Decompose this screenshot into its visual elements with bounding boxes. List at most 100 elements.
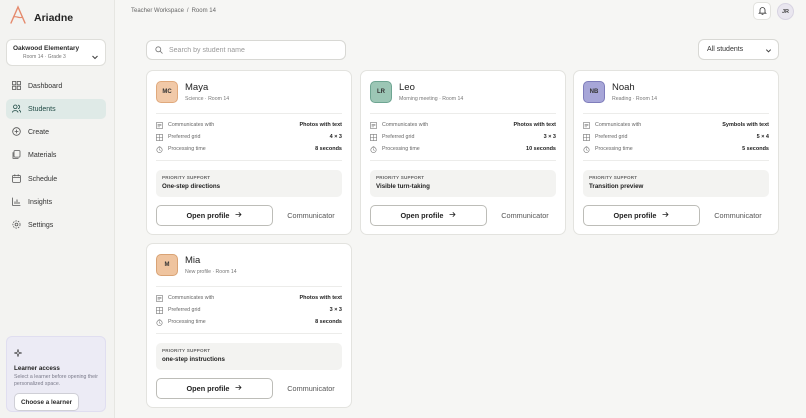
search-box[interactable]	[146, 40, 346, 60]
school-name: Oakwood Elementary	[13, 45, 80, 52]
priority-label: PRIORITY SUPPORT	[162, 175, 211, 180]
processing-value: 8 seconds	[315, 146, 342, 152]
grid-label: Preferred grid	[382, 134, 415, 140]
choose-learner-button[interactable]: Choose a learner	[14, 393, 79, 411]
grid-icon	[370, 133, 378, 141]
divider	[370, 160, 556, 161]
open-profile-button[interactable]: Open profile	[156, 205, 273, 226]
sidebar-item-materials[interactable]: Materials	[6, 146, 106, 166]
message-icon	[583, 121, 591, 129]
sidebar-nav: Dashboard Students Create Materials Sche…	[6, 76, 106, 239]
schedule-icon	[12, 174, 21, 185]
filter-selected: All students	[707, 46, 744, 53]
sidebar-item-settings[interactable]: Settings	[6, 216, 106, 236]
student-card-maya: MC Maya Science · Room 14 Communicates w…	[146, 70, 352, 235]
communicator-button[interactable]: Communicator	[278, 378, 344, 399]
arrow-right-icon	[235, 211, 243, 220]
arrow-right-icon	[235, 384, 243, 393]
open-profile-button[interactable]: Open profile	[370, 205, 487, 226]
sidebar: Ariadne Oakwood Elementary Room 14 · Gra…	[0, 0, 115, 418]
sparkle-icon	[13, 344, 23, 361]
arrow-right-icon	[449, 211, 457, 220]
student-avatar: LR	[370, 81, 392, 103]
communicator-button[interactable]: Communicator	[705, 205, 771, 226]
grid-value: 4 × 3	[329, 134, 342, 140]
sidebar-item-insights[interactable]: Insights	[6, 192, 106, 212]
grid-row: Preferred grid 4 × 3	[156, 132, 342, 142]
divider	[156, 286, 342, 287]
processing-label: Processing time	[382, 146, 420, 152]
communicator-button[interactable]: Communicator	[278, 205, 344, 226]
communicates-label: Communicates with	[168, 122, 215, 128]
grid-value: 3 × 3	[329, 307, 342, 313]
breadcrumb-current: Room 14	[191, 8, 216, 14]
student-avatar: MC	[156, 81, 178, 103]
grid-value: 3 × 3	[543, 134, 556, 140]
priority-value: one-step instructions	[162, 356, 225, 363]
settings-icon	[12, 220, 21, 231]
breadcrumb: Teacher Workspace / Room 14	[131, 8, 216, 14]
school-selector[interactable]: Oakwood Elementary Room 14 · Grade 3	[6, 39, 106, 66]
priority-value: Visible turn-taking	[376, 183, 430, 190]
user-avatar[interactable]: JR	[777, 3, 794, 20]
grid-icon	[156, 133, 164, 141]
sidebar-item-dashboard[interactable]: Dashboard	[6, 76, 106, 96]
notifications-button[interactable]	[753, 2, 771, 20]
chevron-down-icon	[765, 47, 772, 56]
learner-access-title: Learner access	[14, 365, 60, 372]
brand-name: Ariadne	[34, 11, 74, 24]
sidebar-item-students[interactable]: Students	[6, 99, 106, 120]
priority-support: PRIORITY SUPPORT one-step instructions	[156, 343, 342, 370]
student-name: Noah	[612, 82, 635, 93]
processing-label: Processing time	[168, 319, 206, 325]
student-sub: Reading · Room 14	[612, 96, 657, 102]
student-avatar: NB	[583, 81, 605, 103]
priority-label: PRIORITY SUPPORT	[589, 175, 638, 180]
message-icon	[156, 294, 164, 302]
communicates-row: Communicates with Photos with text	[156, 293, 342, 303]
divider	[156, 160, 342, 161]
student-filter-select[interactable]: All students	[698, 39, 779, 60]
timer-icon	[156, 145, 164, 153]
priority-label: PRIORITY SUPPORT	[376, 175, 425, 180]
divider	[156, 333, 342, 334]
priority-support: PRIORITY SUPPORT Visible turn-taking	[370, 170, 556, 197]
student-sub: New profile · Room 14	[185, 269, 237, 275]
divider	[370, 113, 556, 114]
breadcrumb-parent[interactable]: Teacher Workspace	[131, 8, 184, 14]
communicates-value: Photos with text	[513, 122, 556, 128]
divider	[583, 160, 769, 161]
grid-icon	[156, 306, 164, 314]
sidebar-item-create[interactable]: Create	[6, 123, 106, 143]
open-profile-label: Open profile	[186, 384, 230, 393]
open-profile-label: Open profile	[613, 211, 657, 220]
student-card-mia: M Mia New profile · Room 14 Communicates…	[146, 243, 352, 408]
grid-label: Preferred grid	[168, 134, 201, 140]
processing-row: Processing time 5 seconds	[583, 144, 769, 154]
priority-label: PRIORITY SUPPORT	[162, 348, 211, 353]
processing-row: Processing time 8 seconds	[156, 317, 342, 327]
communicates-row: Communicates with Photos with text	[370, 120, 556, 130]
grid-row: Preferred grid 5 × 4	[583, 132, 769, 142]
student-name: Leo	[399, 82, 415, 93]
student-sub: Morning meeting · Room 14	[399, 96, 464, 102]
open-profile-button[interactable]: Open profile	[583, 205, 700, 226]
grid-row: Preferred grid 3 × 3	[370, 132, 556, 142]
brand[interactable]: Ariadne	[8, 5, 73, 30]
open-profile-button[interactable]: Open profile	[156, 378, 273, 399]
message-icon	[156, 121, 164, 129]
sidebar-item-label: Settings	[28, 222, 54, 230]
learner-access-panel: Learner access Select a learner before o…	[6, 336, 106, 412]
grid-value: 5 × 4	[756, 134, 769, 140]
student-name: Mia	[185, 255, 201, 266]
grid-icon	[583, 133, 591, 141]
search-input[interactable]	[169, 46, 339, 54]
communicates-label: Communicates with	[168, 295, 215, 301]
processing-value: 8 seconds	[315, 319, 342, 325]
student-avatar: M	[156, 254, 178, 276]
communicator-button[interactable]: Communicator	[492, 205, 558, 226]
open-profile-label: Open profile	[186, 211, 230, 220]
timer-icon	[583, 145, 591, 153]
sidebar-item-schedule[interactable]: Schedule	[6, 169, 106, 189]
timer-icon	[156, 318, 164, 326]
